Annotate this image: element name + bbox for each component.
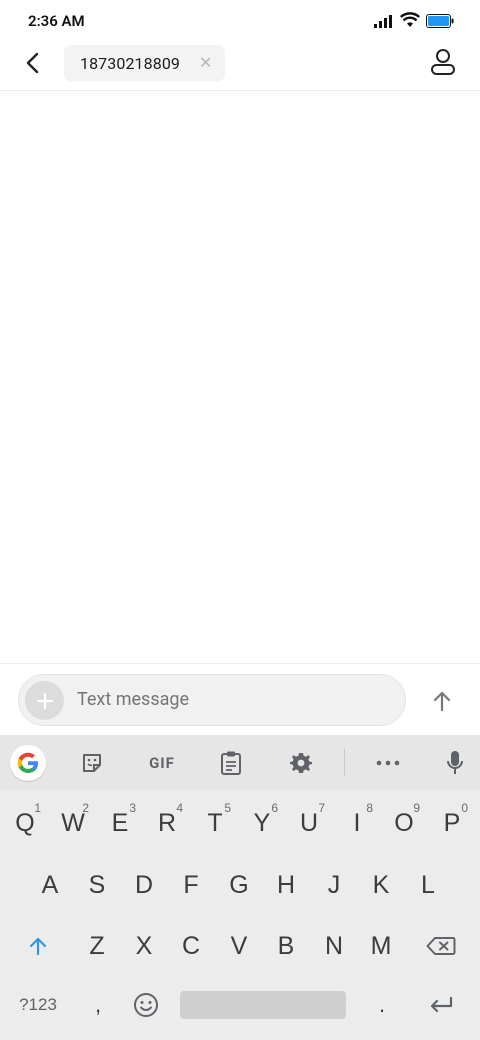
contact-button[interactable] [430,48,458,78]
gif-label: GIF [149,754,175,772]
sticker-button[interactable] [74,745,110,781]
key-b[interactable]: B [263,916,309,976]
google-button[interactable] [10,745,46,781]
key-a[interactable]: A [27,855,73,915]
key-r[interactable]: R4 [145,793,189,853]
key-t[interactable]: T5 [193,793,237,853]
remove-recipient-icon[interactable]: ✕ [199,54,212,72]
key-row-3: Z X C V B N M [0,916,480,976]
mic-icon [447,751,463,774]
key-n[interactable]: N [311,916,357,976]
more-button[interactable] [370,745,406,781]
comma-key[interactable]: , [76,975,120,1035]
key-o[interactable]: O9 [382,793,426,853]
voice-input-button[interactable] [437,745,473,781]
period-key[interactable]: . [360,975,404,1035]
enter-key[interactable] [416,975,466,1035]
clipboard-button[interactable] [213,745,249,781]
attach-button[interactable] [25,681,64,720]
key-k[interactable]: K [358,855,404,915]
key-f[interactable]: F [168,855,214,915]
key-y[interactable]: Y6 [240,793,284,853]
message-input[interactable]: Text message [18,674,406,726]
more-icon [376,760,400,766]
message-placeholder: Text message [77,689,190,710]
backspace-key[interactable] [412,916,470,976]
key-i[interactable]: I8 [335,793,379,853]
compose-bar: Text message [0,663,480,735]
settings-button[interactable] [283,745,319,781]
key-row-1: Q1 W2 E3 R4 T5 Y6 U7 I8 O9 P0 [0,793,480,853]
key-row-4: ?123 , . [0,975,480,1035]
back-button[interactable] [18,48,46,78]
key-w[interactable]: W2 [51,793,95,853]
enter-icon [430,996,453,1013]
key-d[interactable]: D [121,855,167,915]
gif-button[interactable]: GIF [142,745,182,781]
clipboard-icon [221,751,241,775]
gear-icon [290,753,312,773]
keyboard: GIF Q 1 W 2 E 3 R 4 T 5 Y 6 U 7 I 8 O 9 … [0,735,480,1040]
key-q[interactable]: Q1 [3,793,47,853]
status-bar: 2:36 AM [0,0,480,44]
key-p[interactable]: P0 [430,793,474,853]
send-button[interactable] [428,686,456,716]
back-arrow-icon [26,52,39,74]
conversation-header: 18730218809 ✕ [0,44,480,91]
shift-key[interactable] [10,916,66,976]
status-time: 2:36 AM [28,12,85,30]
emoji-icon [134,993,158,1017]
spacebar-bar [180,991,346,1019]
key-row-2: A S D F G H J K L [0,855,480,915]
key-c[interactable]: C [168,916,214,976]
keyboard-toolbar: GIF [0,735,480,790]
symbols-key[interactable]: ?123 [8,975,68,1035]
key-z[interactable]: Z [74,916,120,976]
toolbar-divider [344,749,345,776]
status-icons [374,12,454,32]
key-v[interactable]: V [216,916,262,976]
emoji-key[interactable] [124,975,168,1035]
shift-icon [29,937,47,956]
key-u[interactable]: U7 [287,793,331,853]
key-e[interactable]: E3 [98,793,142,853]
key-m[interactable]: M [358,916,404,976]
key-g[interactable]: G [216,855,262,915]
key-l[interactable]: L [405,855,451,915]
arrow-up-icon [433,691,451,712]
backspace-icon [426,937,456,955]
person-icon [431,49,455,75]
plus-icon [36,692,53,709]
signal-icon [374,13,394,32]
google-icon [17,752,38,773]
key-h[interactable]: H [263,855,309,915]
recipient-chip[interactable]: 18730218809 ✕ [64,45,225,81]
recipient-number: 18730218809 [80,53,181,73]
key-x[interactable]: X [121,916,167,976]
sticker-icon [83,754,101,772]
battery-icon [426,13,454,32]
space-key[interactable] [180,975,346,1035]
key-s[interactable]: S [74,855,120,915]
wifi-icon [399,12,421,32]
key-j[interactable]: J [311,855,357,915]
